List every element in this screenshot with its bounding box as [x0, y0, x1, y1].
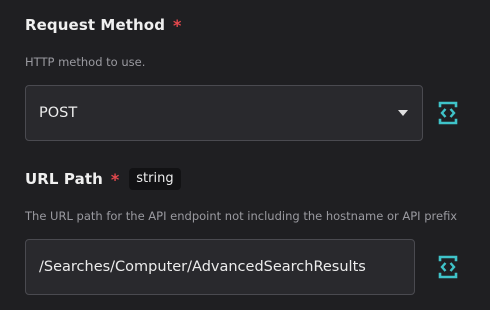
- required-indicator: *: [173, 15, 182, 35]
- request-method-label: Request Method: [25, 16, 166, 34]
- url-path-label: URL Path: [25, 170, 103, 188]
- url-path-input[interactable]: /Searches/Computer/AdvancedSearchResults: [25, 239, 415, 295]
- request-method-label-row: Request Method *: [25, 13, 181, 37]
- request-method-field: Request Method *: [25, 13, 181, 37]
- code-brackets-icon: [438, 101, 458, 125]
- code-brackets-icon: [438, 255, 458, 279]
- url-path-label-row: URL Path * string: [25, 167, 181, 191]
- chevron-down-icon: [398, 110, 408, 116]
- url-path-help-text: The URL path for the API endpoint not in…: [25, 209, 458, 223]
- required-indicator: *: [110, 169, 120, 189]
- url-path-code-toggle-button[interactable]: [437, 254, 459, 280]
- url-path-field: URL Path * string: [25, 167, 181, 191]
- type-badge: string: [129, 168, 181, 190]
- request-method-code-toggle-button[interactable]: [437, 100, 459, 126]
- request-method-selected-value: POST: [39, 105, 78, 121]
- request-method-select[interactable]: POST: [25, 85, 423, 141]
- url-path-value: /Searches/Computer/AdvancedSearchResults: [39, 259, 366, 275]
- request-method-help-text: HTTP method to use.: [25, 55, 146, 69]
